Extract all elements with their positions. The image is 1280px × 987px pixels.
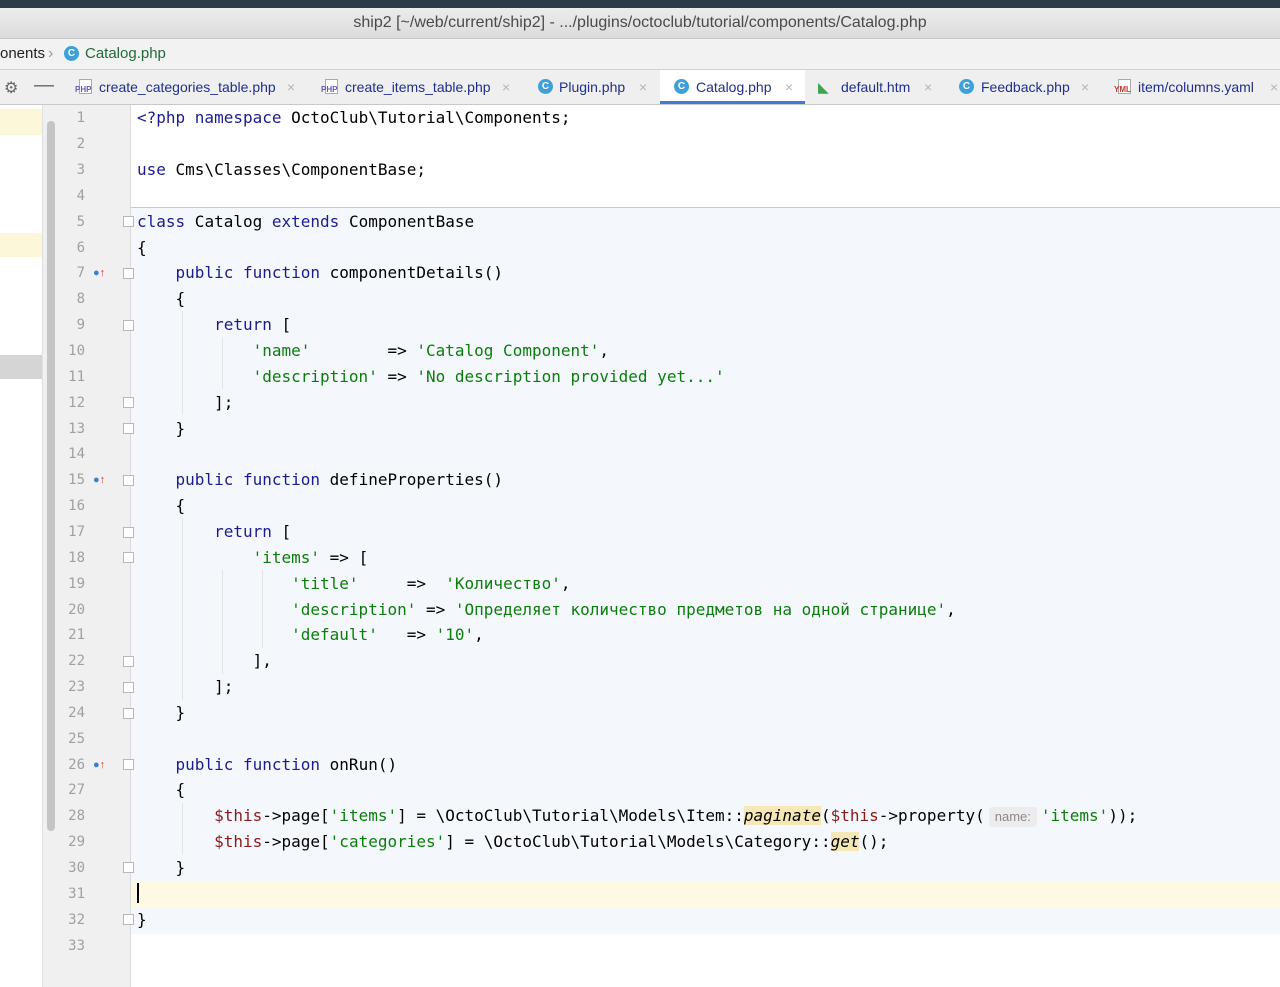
parameter-hint: name: — [988, 807, 1037, 827]
current-line-highlight — [131, 882, 1280, 908]
code-line: 'description' => 'Определяет количество … — [291, 600, 956, 619]
breadcrumb-parent[interactable]: onents — [0, 39, 45, 69]
tab-item-columns-yaml[interactable]: YML item/columns.yaml × — [1114, 70, 1280, 104]
fold-marker-icon[interactable] — [123, 268, 134, 279]
code-line: } — [137, 910, 147, 929]
close-icon[interactable]: × — [1270, 70, 1278, 104]
project-panel-edge — [0, 105, 42, 987]
class-icon: C — [674, 79, 689, 94]
code-line: ]; — [214, 393, 234, 412]
code-line: { — [175, 780, 186, 799]
scrollbar-thumb[interactable] — [47, 121, 55, 831]
override-method-icon[interactable]: ●↑ — [93, 467, 105, 493]
class-icon: C — [64, 46, 79, 61]
code-line: <?php namespace OctoClub\Tutorial\Compon… — [137, 108, 571, 127]
tab-label: create_items_table.php — [345, 79, 491, 95]
fold-marker-icon[interactable] — [123, 552, 134, 563]
code-line: $this->page['categories'] = \OctoClub\Tu… — [214, 832, 889, 851]
fold-marker-icon[interactable] — [123, 320, 134, 331]
tab-catalog[interactable]: C Catalog.php × — [660, 70, 805, 104]
fold-marker-icon[interactable] — [123, 682, 134, 693]
code-line: 'title' => 'Количество', — [291, 574, 571, 593]
fold-marker-icon[interactable] — [123, 656, 134, 667]
get-call: get — [830, 832, 860, 851]
override-method-icon[interactable]: ●↑ — [93, 752, 105, 778]
fold-marker-icon[interactable] — [123, 759, 134, 770]
editor-tab-bar: ⚙ — PHP create_categories_table.php × PH… — [0, 70, 1280, 105]
paginate-call: paginate — [743, 806, 821, 825]
project-scrollbar[interactable] — [42, 105, 62, 987]
text-caret — [137, 883, 139, 903]
code-line: public function onRun() — [175, 755, 398, 774]
close-icon[interactable]: × — [639, 70, 647, 104]
fold-marker-icon[interactable] — [123, 475, 134, 486]
code-line: public function defineProperties() — [175, 470, 504, 489]
tab-label: Feedback.php — [981, 79, 1070, 95]
code-line: } — [175, 703, 186, 722]
tab-label: Plugin.php — [559, 79, 626, 95]
code-line: } — [175, 419, 186, 438]
code-line: ], — [252, 651, 272, 670]
close-icon[interactable]: × — [785, 70, 793, 104]
close-icon[interactable]: × — [287, 70, 295, 104]
breadcrumb-current[interactable]: Catalog.php — [85, 39, 166, 69]
code-line: use Cms\Classes\ComponentBase; — [137, 160, 426, 179]
fold-marker-icon[interactable] — [123, 216, 134, 227]
code-line: } — [175, 858, 186, 877]
code-line: return [ — [214, 315, 292, 334]
code-line: { — [137, 238, 147, 257]
fold-marker-icon[interactable] — [123, 708, 134, 719]
php-file-icon: PHP — [75, 79, 93, 94]
tab-label: Catalog.php — [696, 79, 772, 95]
tab-feedback[interactable]: C Feedback.php × — [959, 70, 1095, 104]
class-icon: C — [538, 79, 553, 94]
breadcrumb: onents › C Catalog.php — [0, 39, 1280, 70]
window-title: ship2 [~/web/current/ship2] - .../plugin… — [0, 8, 1280, 39]
code-line: 'default' => '10', — [291, 625, 484, 644]
close-icon[interactable]: × — [502, 70, 510, 104]
php-file-icon: PHP — [321, 79, 339, 94]
class-icon: C — [959, 79, 974, 94]
code-line: public function componentDetails() — [175, 263, 504, 282]
code-line: 'name' => 'Catalog Component', — [252, 341, 610, 360]
tab-label: create_categories_table.php — [99, 79, 276, 95]
code-line: ]; — [214, 677, 234, 696]
close-icon[interactable]: × — [1081, 70, 1089, 104]
fold-marker-icon[interactable] — [123, 423, 134, 434]
breadcrumb-separator: › — [48, 45, 54, 62]
close-icon[interactable]: × — [924, 70, 932, 104]
code-line: return [ — [214, 522, 292, 541]
tab-label: default.htm — [841, 79, 911, 95]
code-line: { — [175, 496, 186, 515]
yaml-file-icon: YML — [1114, 79, 1132, 94]
tab-create-items-table[interactable]: PHP create_items_table.php × — [321, 70, 521, 104]
minus-icon[interactable]: — — [34, 74, 54, 97]
tab-plugin[interactable]: C Plugin.php × — [538, 70, 654, 104]
code-line: $this->page['items'] = \OctoClub\Tutoria… — [214, 806, 1138, 827]
fold-marker-icon[interactable] — [123, 914, 134, 925]
code-line: { — [175, 289, 186, 308]
override-method-icon[interactable]: ●↑ — [93, 260, 105, 286]
fold-marker-icon[interactable] — [123, 527, 134, 538]
code-line: 'description' => 'No description provide… — [252, 367, 725, 386]
tab-default-htm[interactable]: ◣ default.htm × — [818, 70, 940, 104]
tab-label: item/columns.yaml — [1138, 79, 1254, 95]
htm-file-icon: ◣ — [818, 79, 829, 95]
gear-icon[interactable]: ⚙ — [4, 78, 18, 98]
code-line: 'items' => [ — [252, 548, 369, 567]
os-top-strip — [0, 0, 1280, 8]
code-line: class Catalog extends ComponentBase — [137, 212, 475, 231]
fold-marker-icon[interactable] — [123, 397, 134, 408]
tab-create-categories-table[interactable]: PHP create_categories_table.php × — [75, 70, 307, 104]
active-tab-indicator — [660, 101, 805, 104]
fold-marker-icon[interactable] — [123, 862, 134, 873]
